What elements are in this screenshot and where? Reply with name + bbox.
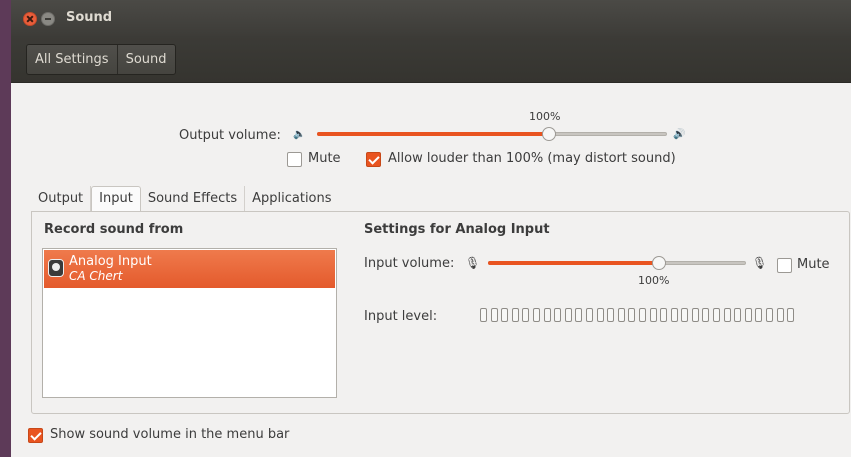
input-volume-label: Input volume: bbox=[364, 256, 455, 271]
output-mute-checkbox[interactable] bbox=[287, 152, 302, 167]
level-segment bbox=[480, 308, 487, 322]
level-segment bbox=[628, 308, 636, 322]
breadcrumb: All Settings Sound bbox=[26, 44, 176, 75]
speaker-high-icon: 🔊 bbox=[673, 129, 686, 140]
level-segment bbox=[755, 308, 763, 322]
level-segment bbox=[522, 308, 530, 322]
sound-tabs: Output Input Sound Effects Applications bbox=[31, 186, 339, 212]
level-segment bbox=[532, 308, 540, 322]
level-segment bbox=[660, 308, 668, 322]
sound-window: Sound All Settings Sound Output volume: … bbox=[11, 0, 851, 457]
level-segment bbox=[744, 308, 752, 322]
level-segment bbox=[617, 308, 625, 322]
level-segment bbox=[713, 308, 721, 322]
microphone-high-icon: 🎙 bbox=[752, 256, 768, 270]
device-description: CA Chert bbox=[69, 269, 123, 283]
level-segment bbox=[734, 308, 742, 322]
input-mute-checkbox[interactable] bbox=[777, 258, 792, 273]
input-level-label: Input level: bbox=[364, 309, 438, 324]
output-volume-fill bbox=[317, 132, 548, 136]
tab-sound-effects[interactable]: Sound Effects bbox=[141, 186, 246, 212]
tab-output[interactable]: Output bbox=[31, 186, 92, 212]
level-segment bbox=[691, 308, 699, 322]
header-bar: All Settings Sound bbox=[11, 36, 851, 83]
level-segment bbox=[776, 308, 784, 322]
all-settings-button[interactable]: All Settings bbox=[27, 45, 117, 74]
device-name: Analog Input bbox=[69, 254, 152, 269]
allow-louder-label: Allow louder than 100% (may distort soun… bbox=[388, 151, 676, 166]
microphone-low-icon: 🎙 bbox=[465, 256, 481, 270]
level-segment bbox=[670, 308, 678, 322]
output-volume-percent: 100% bbox=[529, 110, 561, 123]
level-segment bbox=[649, 308, 657, 322]
output-volume-slider[interactable] bbox=[317, 127, 667, 141]
minimize-icon[interactable] bbox=[41, 12, 55, 26]
level-segment bbox=[723, 308, 731, 322]
tab-applications[interactable]: Applications bbox=[245, 186, 338, 212]
input-device-list[interactable]: Analog Input CA Chert bbox=[42, 248, 337, 398]
level-segment bbox=[490, 308, 498, 322]
title-bar: Sound bbox=[11, 0, 851, 36]
input-volume-slider[interactable] bbox=[488, 256, 746, 270]
output-mute-label: Mute bbox=[308, 151, 341, 166]
input-mute-label: Mute bbox=[797, 257, 830, 272]
level-segment bbox=[596, 308, 604, 322]
level-segment bbox=[638, 308, 646, 322]
sound-crumb-button[interactable]: Sound bbox=[116, 45, 175, 74]
level-segment bbox=[766, 308, 774, 322]
level-segment bbox=[501, 308, 509, 322]
settings-heading: Settings for Analog Input bbox=[364, 222, 550, 237]
output-volume-label: Output volume: bbox=[179, 128, 281, 143]
tab-input[interactable]: Input bbox=[91, 186, 141, 212]
level-segment bbox=[787, 308, 795, 322]
level-segment bbox=[554, 308, 562, 322]
window-title: Sound bbox=[66, 10, 113, 25]
level-segment bbox=[575, 308, 583, 322]
input-volume-knob[interactable] bbox=[652, 256, 666, 270]
level-segment bbox=[607, 308, 615, 322]
level-segment bbox=[564, 308, 572, 322]
level-segment bbox=[585, 308, 593, 322]
input-volume-percent: 100% bbox=[638, 274, 670, 287]
output-volume-knob[interactable] bbox=[542, 127, 556, 141]
level-segment bbox=[543, 308, 551, 322]
level-segment bbox=[681, 308, 689, 322]
level-segment bbox=[702, 308, 710, 322]
webcam-mic-icon bbox=[48, 259, 64, 277]
speaker-low-icon: 🔈 bbox=[293, 129, 306, 140]
level-segment bbox=[511, 308, 519, 322]
input-volume-fill bbox=[488, 261, 658, 265]
close-icon[interactable] bbox=[23, 12, 37, 26]
record-from-heading: Record sound from bbox=[44, 222, 184, 237]
input-level-meter bbox=[480, 308, 795, 322]
list-item[interactable]: Analog Input CA Chert bbox=[44, 250, 335, 288]
show-volume-checkbox[interactable] bbox=[28, 428, 43, 443]
allow-louder-checkbox[interactable] bbox=[366, 152, 381, 167]
show-volume-label: Show sound volume in the menu bar bbox=[50, 427, 290, 442]
